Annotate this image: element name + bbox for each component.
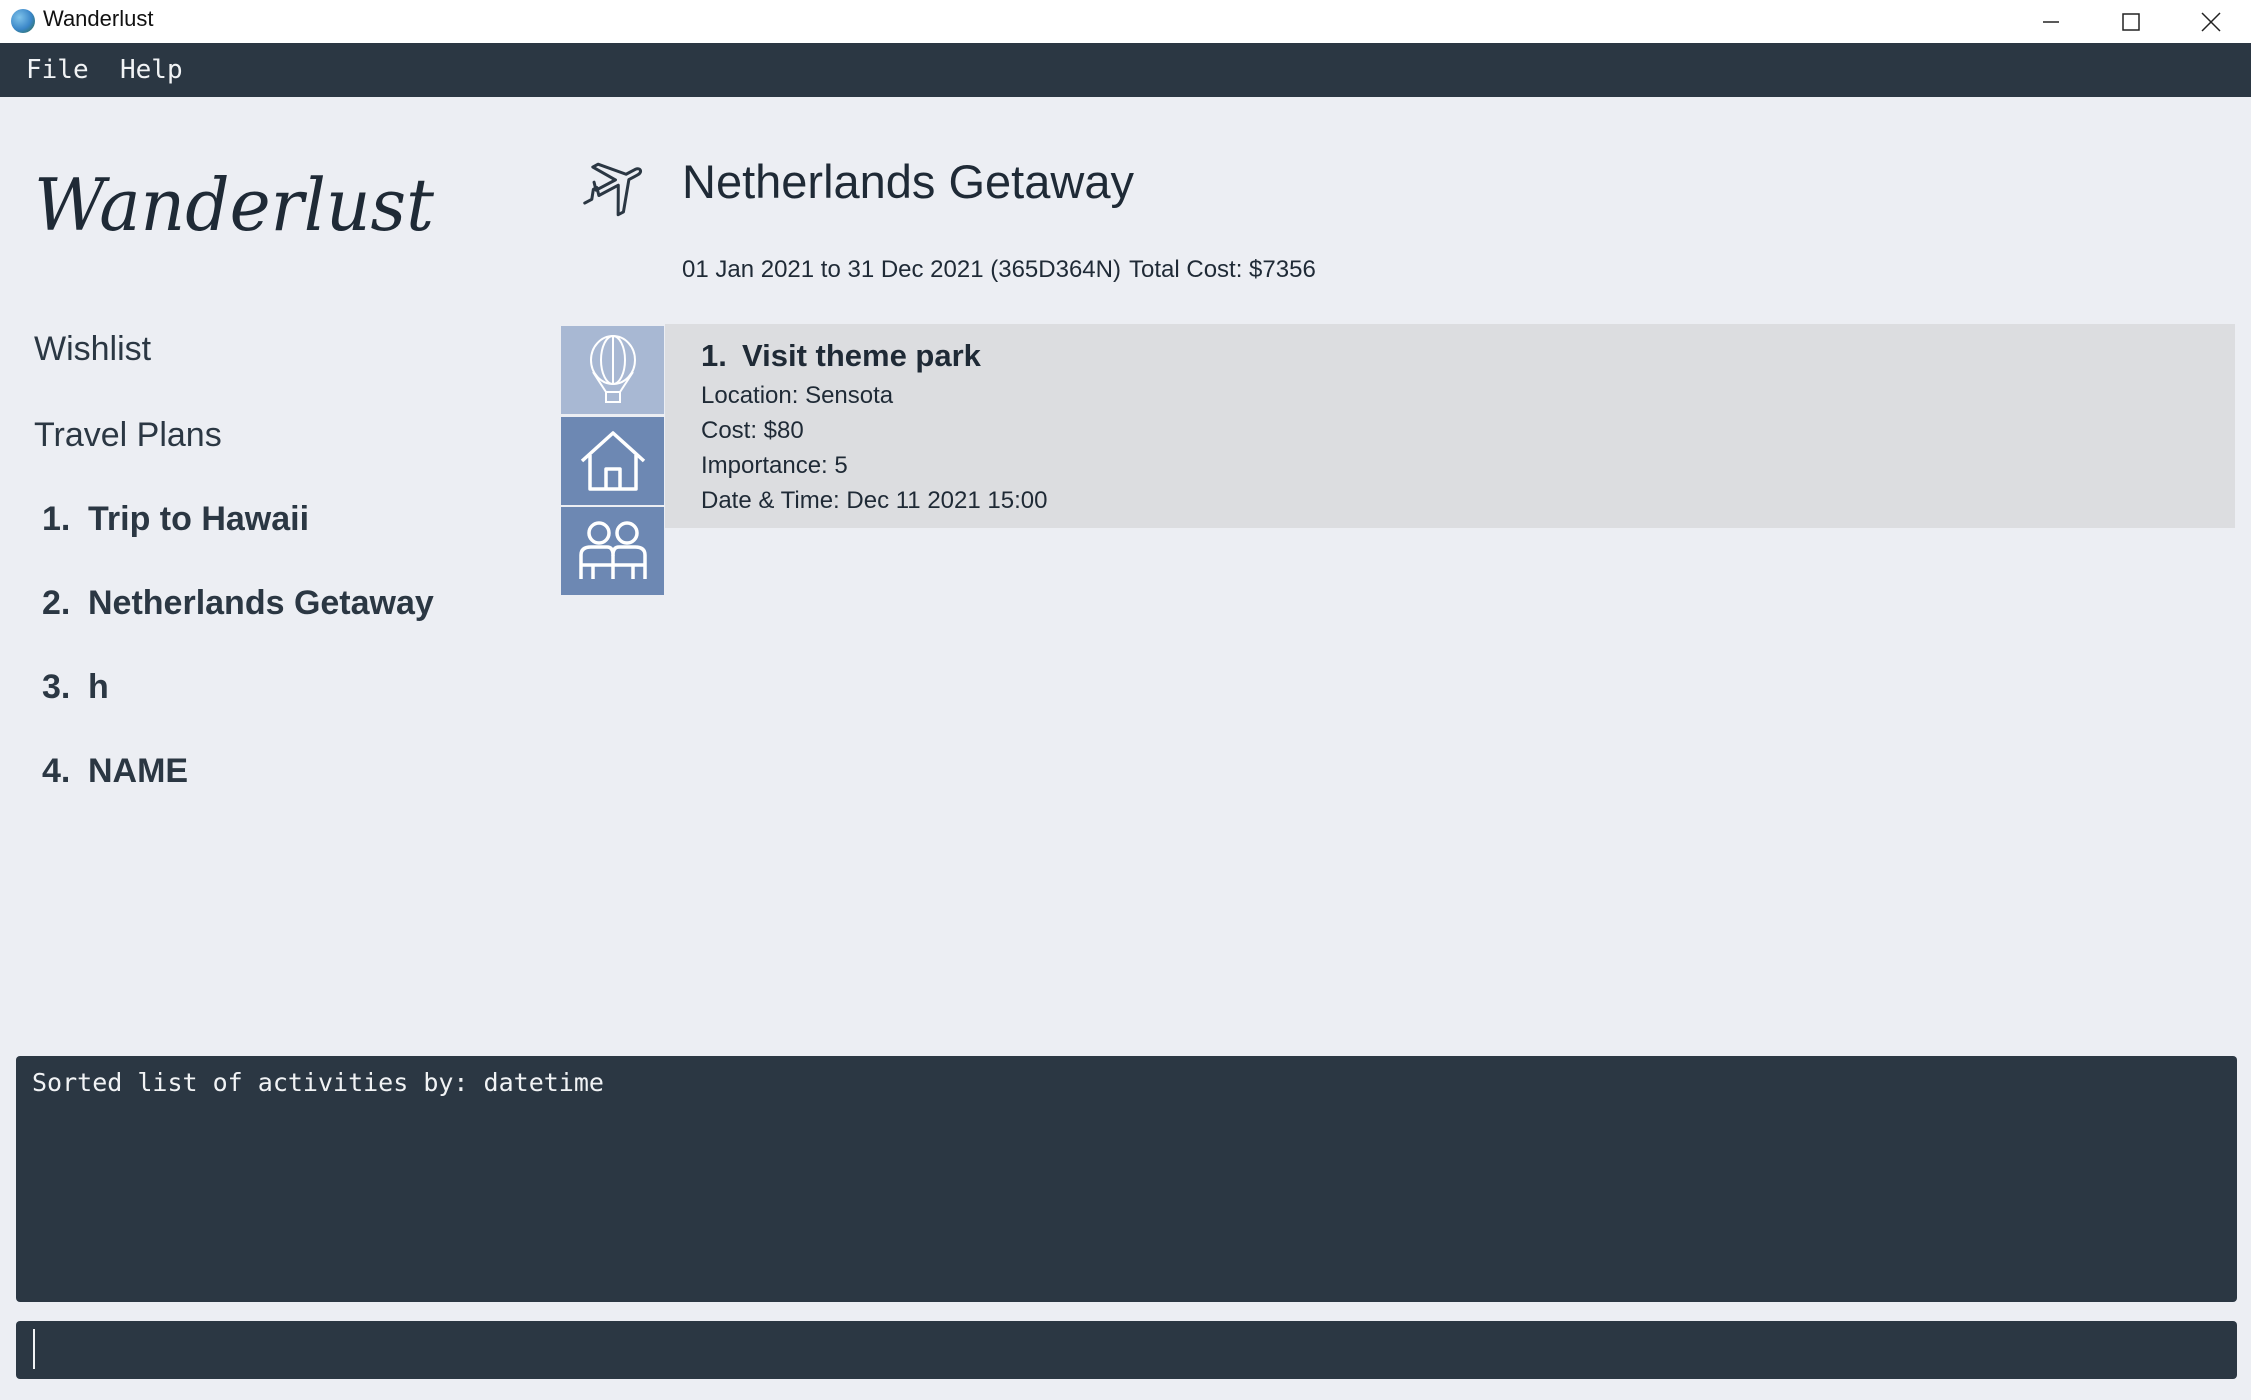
travel-plan-item[interactable]: 1. Trip to Hawaii — [42, 500, 309, 539]
travel-plan-item[interactable]: 3. h — [42, 668, 109, 707]
tab-accommodation[interactable] — [561, 417, 664, 505]
activity-location: Location: Sensota — [701, 382, 894, 409]
activity-importance: Importance: 5 — [701, 452, 848, 479]
sidebar-item-travel-plans[interactable]: Travel Plans — [34, 416, 222, 455]
menu-file[interactable]: File — [26, 55, 89, 85]
activity-title: 1. Visit theme park — [701, 338, 981, 374]
minimize-icon — [2043, 20, 2059, 23]
activity-cost: Cost: $80 — [701, 417, 804, 444]
activity-card[interactable]: 1. Visit theme park Location: Sensota Cos… — [665, 324, 2235, 528]
travel-plan-index: 2. — [42, 584, 71, 622]
activity-index: 1. — [701, 338, 727, 373]
menu-bar: File Help — [0, 43, 2251, 97]
close-button[interactable] — [2171, 0, 2251, 43]
house-icon — [580, 431, 645, 491]
result-message: Sorted list of activities by: datetime — [32, 1068, 604, 1097]
plan-total-cost: Total Cost: $7356 — [1129, 256, 1316, 283]
travel-plan-index: 1. — [42, 500, 71, 538]
plan-dates: 01 Jan 2021 to 31 Dec 2021 (365D364N) — [682, 256, 1121, 283]
logo-text: Wanderlust — [34, 163, 435, 247]
travel-plan-index: 3. — [42, 668, 71, 706]
plan-title: Netherlands Getaway — [682, 155, 1134, 208]
friends-icon — [578, 521, 647, 579]
hot-air-balloon-icon — [589, 335, 636, 403]
window-title: Wanderlust — [43, 6, 154, 31]
travel-plan-name: Trip to Hawaii — [88, 500, 310, 538]
window-title-bar: Wanderlust — [0, 0, 2251, 43]
travel-plan-index: 4. — [42, 752, 71, 790]
travel-plan-name: h — [88, 668, 109, 706]
travel-plan-item[interactable]: 4. NAME — [42, 752, 188, 791]
menu-help[interactable]: Help — [120, 55, 183, 85]
sidebar-item-wishlist[interactable]: Wishlist — [34, 330, 151, 369]
minimize-button[interactable] — [2011, 0, 2091, 43]
tab-activities[interactable] — [561, 326, 664, 414]
travel-plan-name: Netherlands Getaway — [88, 584, 434, 622]
close-icon — [2201, 11, 2221, 32]
result-display[interactable]: Sorted list of activities by: datetime — [16, 1056, 2237, 1302]
command-box[interactable] — [16, 1321, 2237, 1379]
command-input[interactable] — [32, 1329, 2216, 1373]
travel-plan-name: NAME — [88, 752, 189, 790]
maximize-button[interactable] — [2091, 0, 2171, 43]
app-globe-icon — [11, 9, 35, 33]
maximize-icon — [2122, 12, 2140, 31]
travel-plan-item[interactable]: 2. Netherlands Getaway — [42, 584, 434, 623]
wanderlust-logo: Wanderlust — [34, 163, 435, 247]
tab-friends[interactable] — [561, 507, 664, 595]
activity-name: Visit theme park — [742, 338, 981, 373]
airplane-icon — [583, 162, 643, 217]
activity-datetime: Date & Time: Dec 11 2021 15:00 — [701, 487, 1048, 514]
